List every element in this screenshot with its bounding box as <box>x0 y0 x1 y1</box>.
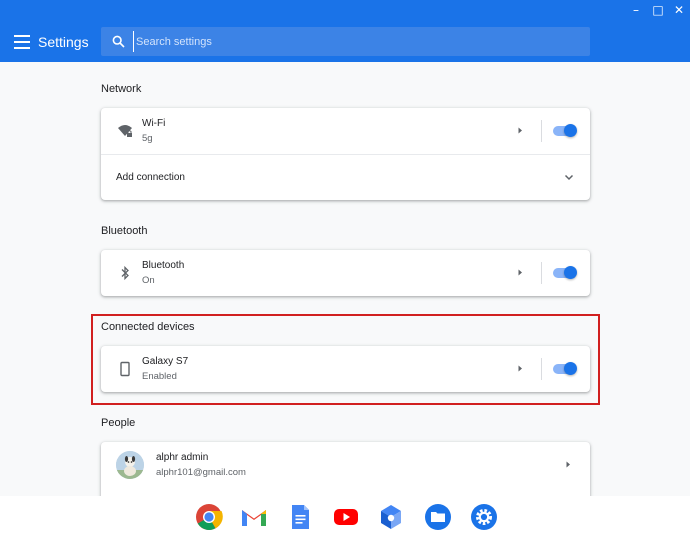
wifi-toggle[interactable] <box>553 124 577 137</box>
menu-icon[interactable] <box>14 35 30 49</box>
youtube-icon[interactable] <box>332 503 360 531</box>
people-card: alphr admin alphr101@gmail.com <box>101 442 590 496</box>
chevron-right-icon[interactable] <box>516 268 524 277</box>
docs-icon[interactable] <box>286 503 314 531</box>
section-title-bluetooth: Bluetooth <box>101 225 148 237</box>
window-titlebar: – □ ✕ <box>0 0 690 22</box>
add-connection-label: Add connection <box>116 172 185 183</box>
maximize-button[interactable]: □ <box>647 2 669 18</box>
wifi-icon <box>118 125 132 137</box>
bluetooth-toggle[interactable] <box>553 266 577 279</box>
account-name: alphr admin <box>156 452 209 463</box>
settings-content: Network Wi-Fi 5g Add connection Bluetoot… <box>0 62 690 496</box>
files-icon[interactable] <box>424 503 452 531</box>
shelf <box>0 496 690 538</box>
section-title-people: People <box>101 417 136 429</box>
wifi-status: 5g <box>142 133 153 144</box>
network-card: Wi-Fi 5g Add connection <box>101 108 590 200</box>
avatar <box>116 451 144 479</box>
minimize-button[interactable]: – <box>625 2 647 18</box>
app-icon[interactable] <box>377 503 405 531</box>
search-icon <box>112 35 125 48</box>
chrome-icon[interactable] <box>195 503 223 531</box>
account-email: alphr101@gmail.com <box>156 467 246 478</box>
gmail-icon[interactable] <box>240 503 268 531</box>
settings-header: Settings <box>0 22 690 62</box>
chevron-right-icon[interactable] <box>516 126 524 135</box>
bluetooth-label: Bluetooth <box>142 260 185 271</box>
chevron-down-icon[interactable] <box>564 173 574 182</box>
highlight-box <box>91 314 600 405</box>
search-box[interactable] <box>101 27 590 56</box>
add-connection-row[interactable]: Add connection <box>101 154 590 200</box>
section-title-network: Network <box>101 83 142 95</box>
settings-icon[interactable] <box>470 503 498 531</box>
bluetooth-card: Bluetooth On <box>101 250 590 296</box>
wifi-row[interactable]: Wi-Fi 5g <box>101 108 590 154</box>
divider <box>541 120 542 142</box>
search-input[interactable] <box>133 31 573 52</box>
page-title: Settings <box>38 34 89 50</box>
bluetooth-status: On <box>142 275 155 286</box>
bluetooth-row[interactable]: Bluetooth On <box>101 250 590 296</box>
chevron-right-icon[interactable] <box>564 460 572 469</box>
wifi-label: Wi-Fi <box>142 118 166 129</box>
account-row[interactable]: alphr admin alphr101@gmail.com <box>101 442 590 488</box>
bluetooth-icon <box>121 265 129 281</box>
close-button[interactable]: ✕ <box>668 2 690 18</box>
divider <box>541 262 542 284</box>
